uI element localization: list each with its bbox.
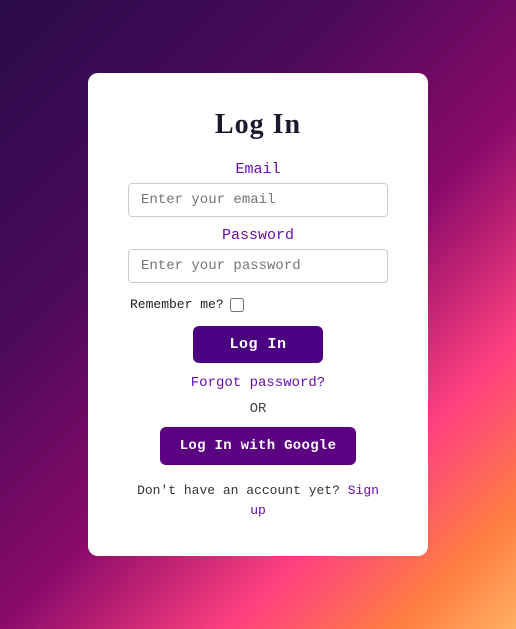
email-label: Email	[235, 161, 280, 178]
email-input[interactable]	[128, 183, 388, 217]
login-card: Log In Email Password Remember me? Log I…	[88, 73, 428, 556]
password-label: Password	[222, 227, 294, 244]
remember-checkbox[interactable]	[230, 298, 244, 312]
remember-row: Remember me?	[128, 297, 388, 312]
forgot-password-link[interactable]: Forgot password?	[191, 375, 325, 391]
signup-text: Don't have an account yet?	[137, 483, 340, 498]
signup-row: Don't have an account yet? Sign up	[128, 481, 388, 520]
email-field-group: Email	[128, 161, 388, 217]
page-title: Log In	[215, 109, 301, 141]
password-input[interactable]	[128, 249, 388, 283]
login-button[interactable]: Log In	[193, 326, 322, 363]
google-login-button[interactable]: Log In with Google	[160, 427, 357, 465]
remember-label: Remember me?	[130, 297, 224, 312]
or-divider: OR	[250, 401, 267, 417]
password-field-group: Password	[128, 227, 388, 283]
